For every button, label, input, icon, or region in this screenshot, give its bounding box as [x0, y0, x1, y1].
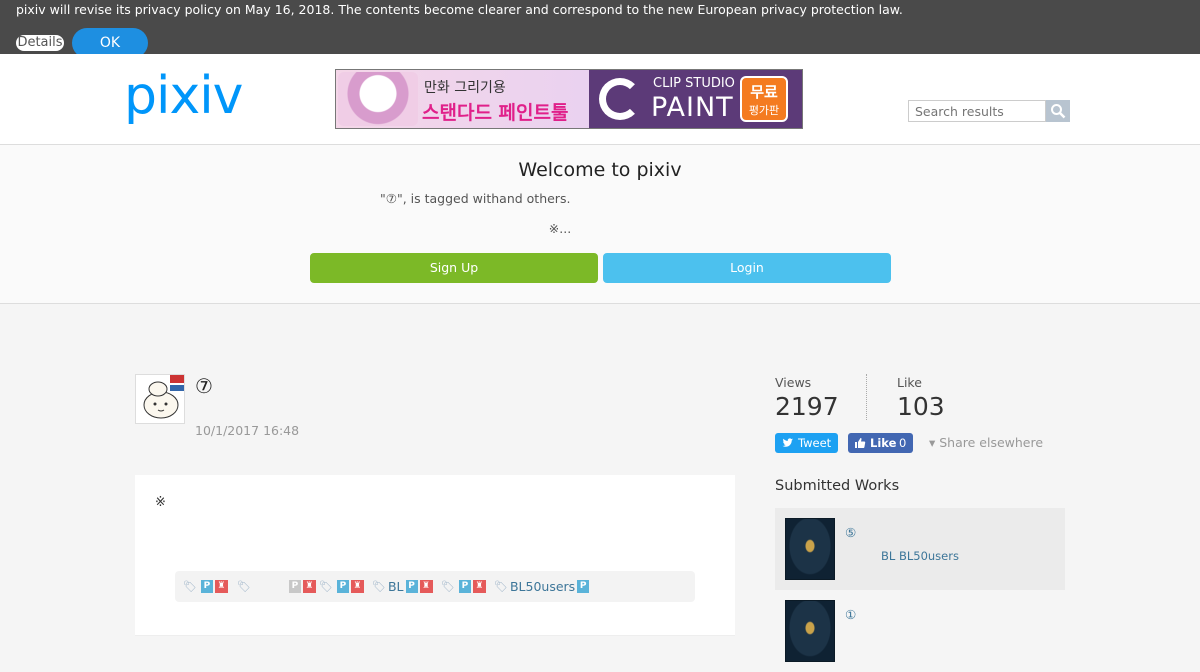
site-header: pixiv 만화 그리기용 스탠다드 페인트툴 CLIP STUDIO PAIN…	[0, 54, 1200, 145]
sign-up-button[interactable]: Sign Up	[310, 253, 598, 283]
ad-character-art	[338, 72, 418, 126]
tag-item[interactable]: 🏷 BL P ♜	[372, 578, 433, 595]
avatar-image	[136, 375, 184, 423]
submitted-works-title: Submitted Works	[775, 478, 900, 494]
ad-left-panel: 만화 그리기용 스탠다드 페인트툴	[336, 70, 589, 128]
welcome-panel: Welcome to pixiv "⑦", is tagged withand …	[0, 145, 1200, 304]
ad-line-2: 스탠다드 페인트툴	[422, 102, 569, 124]
privacy-banner: pixiv will revise its privacy policy on …	[0, 0, 1200, 58]
related-icon[interactable]: ♜	[214, 580, 228, 593]
related-icon[interactable]: ♜	[472, 580, 486, 593]
ad-right-panel: CLIP STUDIO PAINT 무료 평가판	[589, 70, 802, 128]
tag-list: 🏷 P ♜ 🏷 P ♜ 🏷 P ♜ 🏷 BL P ♜ 🏷 P ♜ 🏷 BL50u…	[175, 571, 695, 602]
avatar[interactable]	[135, 374, 185, 424]
tag-icon: 🏷	[183, 580, 197, 593]
privacy-notice-text: pixiv will revise its privacy policy on …	[16, 2, 903, 17]
clip-studio-icon	[599, 78, 641, 120]
pixpedia-icon[interactable]: P	[200, 580, 213, 593]
related-icon[interactable]: ♜	[302, 580, 316, 593]
ad-paint: PAINT	[651, 92, 734, 123]
work-thumbnail[interactable]	[785, 518, 835, 580]
pixpedia-icon[interactable]: P	[577, 580, 590, 593]
tag-icon: 🏷	[441, 580, 455, 593]
ad-free-trial-badge: 무료 평가판	[740, 76, 788, 122]
pixpedia-icon[interactable]: P	[336, 580, 349, 593]
submitted-work-tags[interactable]: BL BL50users	[881, 549, 959, 563]
login-button[interactable]: Login	[603, 253, 891, 283]
tag-icon: 🏷	[494, 580, 508, 593]
welcome-title: Welcome to pixiv	[518, 159, 682, 181]
tag-item[interactable]: 🏷 P ♜	[237, 578, 316, 595]
views-label: Views	[775, 375, 812, 390]
share-elsewhere-link[interactable]: ▾ Share elsewhere	[929, 435, 1043, 450]
facebook-like-count: 0	[899, 436, 907, 450]
submitted-work-title[interactable]: ⑤	[845, 525, 856, 540]
work-date: 10/1/2017 16:48	[195, 423, 300, 438]
like-count: 103	[897, 392, 945, 421]
tag-item[interactable]: 🏷 P ♜	[319, 578, 364, 595]
pixiv-logo[interactable]: pixiv	[124, 66, 243, 126]
tag-icon: 🏷	[237, 580, 251, 593]
tag-label[interactable]: BL50users	[510, 579, 575, 594]
stats-divider	[866, 374, 867, 420]
work-caption-card: ※ 🏷 P ♜ 🏷 P ♜ 🏷 P ♜ 🏷 BL P ♜ 🏷 P ♜ 🏷 BL5…	[135, 475, 735, 636]
pixpedia-icon[interactable]: P	[458, 580, 471, 593]
search-icon	[1051, 104, 1066, 119]
related-icon[interactable]: ♜	[350, 580, 364, 593]
ad-banner[interactable]: 만화 그리기용 스탠다드 페인트툴 CLIP STUDIO PAINT 무료 평…	[335, 69, 803, 129]
facebook-like-button[interactable]: Like 0	[848, 433, 913, 453]
thumbs-up-icon	[855, 438, 866, 448]
tweet-label: Tweet	[798, 436, 832, 450]
pixpedia-icon[interactable]: P	[288, 580, 301, 593]
ad-line-1: 만화 그리기용	[424, 80, 506, 96]
twitter-bird-icon	[782, 438, 793, 447]
tweet-button[interactable]: Tweet	[775, 433, 838, 453]
tag-item[interactable]: 🏷 P ♜	[183, 578, 228, 595]
pixpedia-icon[interactable]: P	[405, 580, 418, 593]
facebook-like-label: Like	[870, 436, 897, 450]
welcome-description: "⑦", is tagged withand others.	[380, 191, 571, 206]
tag-item[interactable]: 🏷 P ♜	[441, 578, 486, 595]
views-count: 2197	[775, 392, 839, 421]
submitted-work-item[interactable]: ①	[775, 590, 1065, 672]
tag-icon: 🏷	[319, 580, 333, 593]
ad-badge-trial: 평가판	[748, 104, 780, 117]
work-thumbnail[interactable]	[785, 600, 835, 662]
work-caption: ※	[155, 495, 166, 510]
search-input[interactable]	[908, 100, 1046, 122]
tag-item[interactable]: 🏷 BL50users P	[494, 578, 591, 595]
related-icon[interactable]: ♜	[419, 580, 433, 593]
submitted-work-item[interactable]: ⑤ BL BL50users	[775, 508, 1065, 590]
search-button[interactable]	[1046, 100, 1070, 122]
like-label: Like	[897, 375, 922, 390]
tag-label[interactable]: BL	[388, 579, 404, 594]
ad-clip-studio: CLIP STUDIO	[653, 76, 735, 91]
work-title: ⑦	[195, 374, 213, 398]
details-button[interactable]: Details	[16, 35, 64, 51]
tag-icon: 🏷	[372, 580, 386, 593]
welcome-note: ※...	[548, 221, 572, 236]
ad-badge-free: 무료	[750, 83, 778, 101]
submitted-work-title[interactable]: ①	[845, 607, 856, 622]
